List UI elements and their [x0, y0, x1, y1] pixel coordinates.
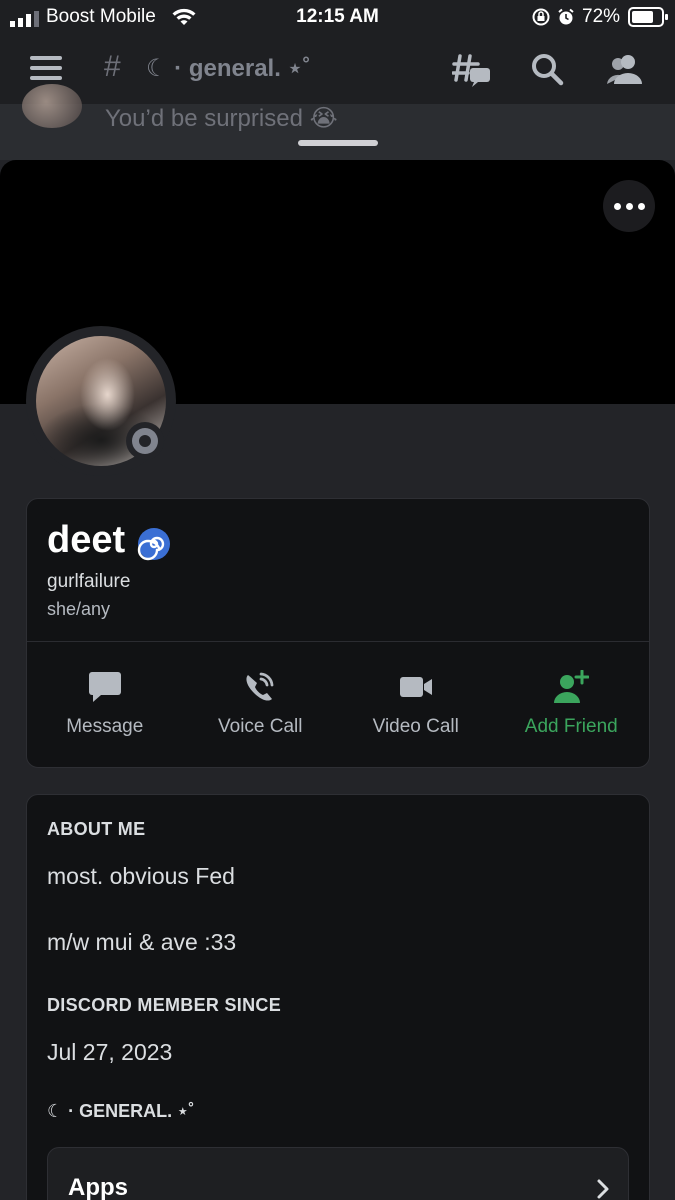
battery-icon	[628, 7, 668, 27]
chat-preview: You’d be surprised 😭	[0, 84, 675, 160]
screen: Boost Mobile 12:15 AM 72% # ☾ · general.…	[0, 0, 675, 1200]
member-since-title: DISCORD MEMBER SINCE	[47, 995, 282, 1015]
username: gurlfailure	[47, 571, 131, 592]
battery-percent: 72%	[582, 6, 621, 27]
message-avatar	[22, 84, 82, 128]
add-friend-button[interactable]: Add Friend	[494, 642, 650, 768]
cyclone-emoji-icon	[137, 528, 170, 561]
phone-icon	[246, 672, 274, 701]
last-message: You’d be surprised 😭	[105, 105, 338, 132]
profile-avatar-frame	[26, 326, 176, 476]
message-label: Message	[66, 716, 144, 737]
profile-actions: Message Voice Call Video Call Add Friend	[27, 642, 649, 768]
more-options-button[interactable]	[603, 180, 655, 232]
status-bar: Boost Mobile 12:15 AM 72%	[0, 0, 675, 36]
status-idle-icon	[126, 422, 164, 460]
members-icon[interactable]	[606, 52, 644, 86]
alarm-icon	[558, 8, 574, 25]
voice-call-button[interactable]: Voice Call	[183, 642, 339, 768]
channel-header: # ☾ · general. ⋆˚	[0, 36, 675, 104]
member-since-date: Jul 27, 2023	[47, 1039, 173, 1065]
pronouns: she/any	[47, 599, 111, 619]
video-call-button[interactable]: Video Call	[338, 642, 494, 768]
rotation-lock-icon	[532, 8, 550, 26]
sheet-handle[interactable]	[298, 140, 378, 146]
server-section-title: ☾ · GENERAL. ⋆˚	[47, 1101, 195, 1121]
threads-icon[interactable]	[452, 52, 492, 88]
apps-label: Apps	[68, 1174, 128, 1200]
about-line: most. obvious Fed	[47, 863, 235, 889]
channel-name[interactable]: ☾ · general. ⋆˚	[146, 54, 311, 83]
add-friend-label: Add Friend	[524, 716, 618, 737]
video-call-label: Video Call	[372, 716, 459, 737]
chevron-right-icon	[597, 1179, 609, 1199]
identity-card: deet gurlfailure she/any Message Voice C…	[26, 498, 650, 768]
search-icon[interactable]	[530, 52, 564, 86]
about-card: ABOUT ME most. obvious Fed m/w mui & ave…	[26, 794, 650, 1200]
message-button[interactable]: Message	[27, 642, 183, 768]
channel-hash-icon: #	[104, 50, 121, 83]
about-me-title: ABOUT ME	[47, 819, 146, 839]
apps-row[interactable]: Apps	[47, 1147, 629, 1200]
video-icon	[399, 677, 432, 697]
about-line: m/w mui & ave :33	[47, 929, 237, 955]
display-name: deet	[47, 519, 126, 561]
message-icon	[88, 672, 121, 702]
add-friend-icon	[554, 670, 590, 703]
voice-call-label: Voice Call	[218, 716, 303, 737]
menu-icon[interactable]	[30, 56, 62, 82]
profile-sheet: deet gurlfailure she/any Message Voice C…	[0, 160, 675, 1200]
